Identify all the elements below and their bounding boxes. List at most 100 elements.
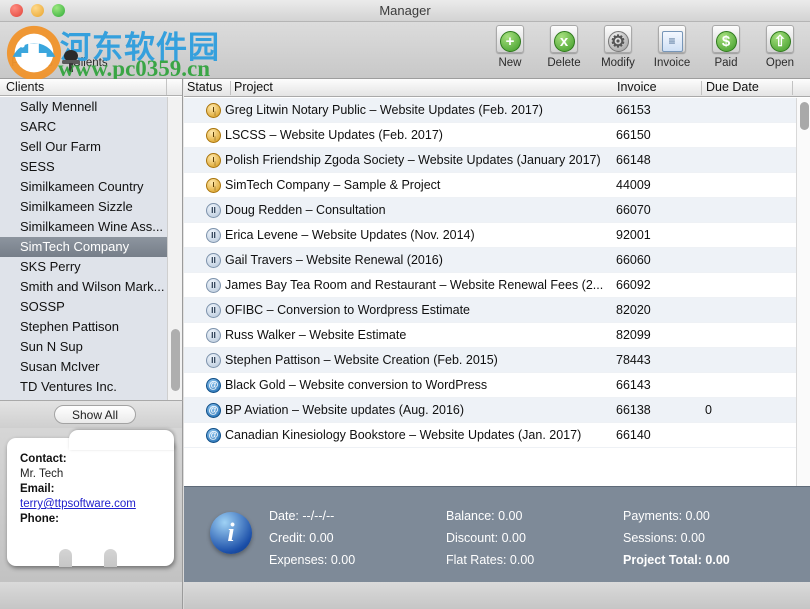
table-row[interactable]: IIErica Levene – Website Updates (Nov. 2…	[184, 223, 810, 248]
summary-value: 0.00	[682, 509, 710, 523]
pause-status-icon: II	[206, 303, 221, 318]
clock-status-icon	[206, 128, 221, 143]
cell-project: BP Aviation – Website updates (Aug. 2016…	[225, 403, 610, 417]
sidebar-item-smith-and-wilson-mark[interactable]: Smith and Wilson Mark...	[0, 277, 182, 297]
summary-col1: Date: --/--/--Credit: 0.00Expenses: 0.00	[269, 505, 446, 571]
new-button-label: New	[498, 57, 521, 69]
column-header-status[interactable]: Status	[187, 79, 222, 97]
cell-project: Gail Travers – Website Renewal (2016)	[225, 253, 610, 267]
sidebar-item-sell-our-farm[interactable]: Sell Our Farm	[0, 137, 182, 157]
app-window: Manager Projects Clients + New x Dele	[0, 0, 810, 609]
table-row[interactable]: LSCSS – Website Updates (Feb. 2017) 66150	[184, 123, 810, 148]
cell-project: Canadian Kinesiology Bookstore – Website…	[225, 428, 610, 442]
column-header-invoice[interactable]: Invoice	[617, 79, 657, 97]
summary-value: --/--/--	[299, 509, 334, 523]
cell-project: Doug Redden – Consultation	[225, 203, 610, 217]
cell-project: SimTech Company – Sample & Project	[225, 178, 610, 192]
summary-col3: Payments: 0.00Sessions: 0.00Project Tota…	[623, 505, 800, 571]
paid-button[interactable]: $ Paid	[700, 24, 752, 69]
contact-label: Contact:	[20, 452, 166, 467]
card-notch	[104, 549, 117, 567]
table-scrollbar[interactable]	[796, 98, 810, 486]
show-all-button[interactable]: Show All	[54, 405, 136, 424]
cell-project: Black Gold – Website conversion to WordP…	[225, 378, 610, 392]
cell-invoice: 66150	[616, 128, 696, 142]
email-label: Email:	[20, 482, 166, 497]
card-tab-shape	[69, 430, 174, 450]
sidebar-item-sess[interactable]: SESS	[0, 157, 182, 177]
modify-button[interactable]: ⚙ Modify	[592, 24, 644, 69]
summary-value: 0.00	[498, 531, 526, 545]
summary-panel: i Date: --/--/--Credit: 0.00Expenses: 0.…	[184, 486, 810, 582]
cell-project: James Bay Tea Room and Restaurant – Webs…	[225, 278, 610, 292]
table-row[interactable]: @Canadian Kinesiology Bookstore – Websit…	[184, 423, 810, 448]
table-row[interactable]: Polish Friendship Zgoda Society – Websit…	[184, 148, 810, 173]
toolbar-clients-label: Clients	[72, 57, 107, 69]
clock-status-icon	[206, 103, 221, 118]
pause-status-icon: II	[206, 278, 221, 293]
open-button[interactable]: ⇧ Open	[754, 24, 806, 69]
clients-list[interactable]: Sally MennellSARCSell Our FarmSESSSimilk…	[0, 97, 182, 417]
sidebar-item-stephen-pattison[interactable]: Stephen Pattison	[0, 317, 182, 337]
sidebar-scrollbar-thumb[interactable]	[171, 329, 180, 391]
cell-project: Greg Litwin Notary Public – Website Upda…	[225, 103, 610, 117]
summary-label: Credit:	[269, 527, 306, 549]
column-header-project[interactable]: Project	[234, 79, 273, 97]
sidebar-item-similkameen-sizzle[interactable]: Similkameen Sizzle	[0, 197, 182, 217]
window-title: Manager	[0, 3, 810, 18]
table-row[interactable]: II James Bay Tea Room and Restaurant – We…	[184, 273, 810, 298]
table-row[interactable]: IIStephen Pattison – Website Creation (F…	[184, 348, 810, 373]
new-button[interactable]: + New	[484, 24, 536, 69]
sidebar-item-simtech-company[interactable]: SimTech Company	[0, 237, 182, 257]
table-body[interactable]: Greg Litwin Notary Public – Website Upda…	[184, 98, 810, 486]
toolbar-projects-button[interactable]: Projects	[6, 24, 58, 69]
info-icon: i	[210, 512, 252, 554]
table-row[interactable]: IIDoug Redden – Consultation66070	[184, 198, 810, 223]
invoice-button[interactable]: ≡ Invoice	[646, 24, 698, 69]
cell-invoice: 66070	[616, 203, 696, 217]
document-icon: ≡	[662, 31, 683, 52]
pause-status-icon: II	[206, 328, 221, 343]
email-link[interactable]: terry@ttpsoftware.com	[20, 497, 166, 512]
summary-label: Discount:	[446, 527, 498, 549]
clock-status-icon	[206, 178, 221, 193]
sidebar-item-sally-mennell[interactable]: Sally Mennell	[0, 97, 182, 117]
summary-field-discount: Discount: 0.00	[446, 527, 623, 549]
sidebar-item-sun-n-sup[interactable]: Sun N Sup	[0, 337, 182, 357]
cell-invoice: 66060	[616, 253, 696, 267]
sidebar-item-td-ventures-inc[interactable]: TD Ventures Inc.	[0, 377, 182, 397]
sidebar-item-sossp[interactable]: SOSSP	[0, 297, 182, 317]
sidebar-item-sks-perry[interactable]: SKS Perry	[0, 257, 182, 277]
table-row[interactable]: IIOFIBC – Conversion to Wordpress Estima…	[184, 298, 810, 323]
column-header-due-date[interactable]: Due Date	[706, 79, 759, 97]
sidebar-item-sarc[interactable]: SARC	[0, 117, 182, 137]
projects-icon	[15, 24, 49, 56]
table-row[interactable]: Greg Litwin Notary Public – Website Upda…	[184, 98, 810, 123]
sidebar-scrollbar[interactable]	[167, 97, 182, 417]
cell-project: LSCSS – Website Updates (Feb. 2017)	[225, 128, 610, 142]
summary-field-sessions: Sessions: 0.00	[623, 527, 800, 549]
summary-field-payments: Payments: 0.00	[623, 505, 800, 527]
table-row[interactable]: SimTech Company – Sample & Project44009	[184, 173, 810, 198]
summary-value: 0.00	[495, 509, 523, 523]
summary-field-balance: Balance: 0.00	[446, 505, 623, 527]
table-row[interactable]: @BP Aviation – Website updates (Aug. 201…	[184, 398, 810, 423]
sidebar-item-similkameen-wine-ass[interactable]: Similkameen Wine Ass...	[0, 217, 182, 237]
gear-icon: ⚙	[608, 31, 629, 52]
contact-value: Mr. Tech	[20, 467, 166, 482]
sidebar-item-susan-mciver[interactable]: Susan McIver	[0, 357, 182, 377]
toolbar-clients-button[interactable]: Clients	[64, 24, 116, 69]
table-row[interactable]: IIGail Travers – Website Renewal (2016)6…	[184, 248, 810, 273]
summary-value: 0.00	[327, 553, 355, 567]
delete-button[interactable]: x Delete	[538, 24, 590, 69]
phone-label: Phone:	[20, 512, 166, 527]
show-all-bar: Show All	[0, 400, 183, 428]
summary-label: Flat Rates:	[446, 549, 506, 571]
sidebar-item-similkameen-country[interactable]: Similkameen Country	[0, 177, 182, 197]
table-row[interactable]: @Black Gold – Website conversion to Word…	[184, 373, 810, 398]
table-scrollbar-thumb[interactable]	[800, 102, 809, 130]
cell-project: Russ Walker – Website Estimate	[225, 328, 610, 342]
summary-label: Expenses:	[269, 549, 327, 571]
summary-col2: Balance: 0.00Discount: 0.00Flat Rates: 0…	[446, 505, 623, 571]
table-row[interactable]: IIRuss Walker – Website Estimate82099	[184, 323, 810, 348]
